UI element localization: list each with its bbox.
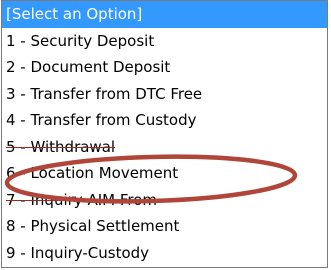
option-inquiry-custody[interactable]: 9 - Inquiry-Custody (2, 240, 327, 267)
option-listbox[interactable]: [Select an Option] 1 - Security Deposit … (1, 0, 328, 268)
option-withdrawal[interactable]: 5 - Withdrawal (2, 134, 327, 161)
option-placeholder[interactable]: [Select an Option] (2, 1, 327, 28)
option-transfer-from-dtc-free[interactable]: 3 - Transfer from DTC Free (2, 81, 327, 108)
option-inquiry-aim-from[interactable]: 7 - Inquiry-AIM From (2, 187, 327, 214)
option-document-deposit[interactable]: 2 - Document Deposit (2, 54, 327, 81)
screenshot-stage: [Select an Option] 1 - Security Deposit … (0, 0, 331, 270)
option-security-deposit[interactable]: 1 - Security Deposit (2, 28, 327, 55)
option-transfer-from-custody[interactable]: 4 - Transfer from Custody (2, 107, 327, 134)
option-location-movement[interactable]: 6 - Location Movement (2, 160, 327, 187)
option-physical-settlement[interactable]: 8 - Physical Settlement (2, 213, 327, 240)
